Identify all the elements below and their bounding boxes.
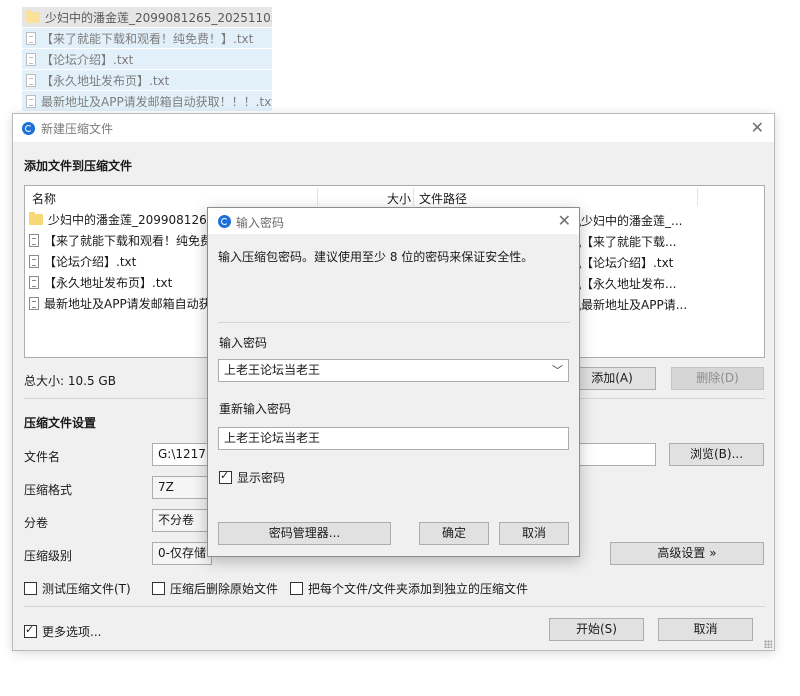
format-label: 压缩格式 bbox=[24, 483, 73, 497]
password-hint: 输入压缩包密码。建议使用至少 8 位的密码来保证安全性。 bbox=[218, 250, 534, 264]
volume-select[interactable]: 不分卷 bbox=[152, 509, 212, 532]
section-archive-settings: 压缩文件设置 bbox=[24, 416, 97, 430]
file-row[interactable]: 【来了就能下载和观看！纯免费 bbox=[29, 230, 212, 250]
file-list-header: 名称 大小 文件路径 bbox=[25, 186, 764, 208]
password-value: 上老王论坛当老王 bbox=[224, 363, 321, 377]
level-label: 压缩级别 bbox=[24, 549, 73, 563]
file-path: 盒\少妇中的潘金莲_... bbox=[565, 214, 683, 228]
file-path: 盒\【永久地址发布... bbox=[565, 277, 677, 291]
volume-label: 分卷 bbox=[24, 516, 49, 530]
section-add-files: 添加文件到压缩文件 bbox=[24, 159, 133, 173]
cancel-button[interactable]: 取消 bbox=[658, 618, 753, 641]
test-archive-checkbox[interactable]: 测试压缩文件(T) bbox=[24, 580, 131, 597]
start-button[interactable]: 开始(S) bbox=[549, 618, 644, 641]
file-icon bbox=[29, 296, 39, 310]
reenter-password-input[interactable]: 上老王论坛当老王 bbox=[218, 427, 569, 450]
password-title-bar: 输入密码 ✕ bbox=[208, 208, 579, 234]
file-icon bbox=[26, 52, 36, 66]
file-row[interactable]: 少妇中的潘金莲_2099081265_ bbox=[29, 209, 220, 229]
enter-password-label: 输入密码 bbox=[219, 336, 268, 350]
checkbox-box bbox=[290, 582, 303, 595]
file-row[interactable]: 【论坛介绍】.txt bbox=[29, 251, 136, 271]
app-icon bbox=[218, 215, 231, 228]
resize-grip[interactable] bbox=[764, 640, 772, 648]
background-file-row[interactable]: 【来了就能下载和观看！纯免费！】.txt bbox=[22, 28, 272, 49]
password-dialog-title: 输入密码 bbox=[236, 216, 285, 230]
password-cancel-button[interactable]: 取消 bbox=[499, 522, 569, 545]
file-icon bbox=[26, 73, 36, 87]
dialog-title: 新建压缩文件 bbox=[41, 122, 114, 136]
folder-icon bbox=[29, 211, 43, 225]
password-dialog: 输入密码 ✕ 输入压缩包密码。建议使用至少 8 位的密码来保证安全性。 输入密码… bbox=[207, 207, 580, 557]
background-file-row[interactable]: 少妇中的潘金莲_2099081265_20251103 bbox=[22, 7, 272, 28]
file-icon bbox=[26, 94, 36, 108]
file-path: 盒\【论坛介绍】.txt bbox=[565, 256, 674, 270]
file-path: 盒\最新地址及APP请... bbox=[565, 298, 688, 312]
checkbox-box bbox=[24, 623, 37, 638]
filename-label: 文件名 bbox=[24, 450, 61, 464]
show-password-checkbox[interactable]: 显示密码 bbox=[219, 469, 285, 486]
password-input[interactable]: 上老王论坛当老王 ﹀ bbox=[218, 359, 569, 382]
more-options-checkbox[interactable]: 更多选项... bbox=[24, 623, 101, 640]
checkbox-box bbox=[219, 469, 232, 484]
column-path[interactable]: 文件路径 bbox=[419, 190, 467, 207]
background-file-list: 少妇中的潘金莲_2099081265_20251103 【来了就能下载和观看！纯… bbox=[22, 7, 272, 112]
app-icon bbox=[22, 122, 35, 135]
title-bar: 新建压缩文件 ✕ bbox=[13, 114, 774, 142]
password-manager-button[interactable]: 密码管理器... bbox=[218, 522, 391, 545]
file-path: 盒\【来了就能下载... bbox=[565, 235, 677, 249]
column-divider bbox=[317, 188, 318, 206]
divider bbox=[24, 606, 765, 607]
browse-button[interactable]: 浏览(B)... bbox=[669, 443, 764, 466]
column-divider bbox=[697, 188, 698, 206]
file-icon bbox=[29, 275, 39, 289]
folder-icon bbox=[26, 9, 40, 23]
column-name[interactable]: 名称 bbox=[32, 190, 56, 207]
close-icon[interactable]: ✕ bbox=[751, 120, 764, 136]
file-row[interactable]: 【永久地址发布页】.txt bbox=[29, 272, 172, 292]
file-icon bbox=[26, 31, 36, 45]
total-size: 总大小: 10.5 GB bbox=[24, 374, 116, 388]
file-icon bbox=[29, 233, 39, 247]
reenter-password-label: 重新输入密码 bbox=[219, 402, 292, 416]
add-button[interactable]: 添加(A) bbox=[568, 367, 656, 390]
checkbox-box bbox=[24, 582, 37, 595]
divider bbox=[218, 322, 570, 323]
background-file-row[interactable]: 【论坛介绍】.txt bbox=[22, 49, 272, 70]
format-select[interactable]: 7Z bbox=[152, 476, 212, 499]
delete-after-checkbox[interactable]: 压缩后删除原始文件 bbox=[152, 580, 278, 597]
background-file-row[interactable]: 【永久地址发布页】.txt bbox=[22, 70, 272, 91]
delete-button[interactable]: 删除(D) bbox=[671, 367, 764, 390]
file-row[interactable]: 最新地址及APP请发邮箱自动获 bbox=[29, 293, 211, 313]
checkbox-box bbox=[152, 582, 165, 595]
close-icon[interactable]: ✕ bbox=[558, 213, 571, 229]
chevron-down-icon[interactable]: ﹀ bbox=[552, 360, 563, 381]
advanced-settings-button[interactable]: 高级设置 » bbox=[610, 542, 764, 565]
file-icon bbox=[29, 254, 39, 268]
column-size[interactable]: 大小 bbox=[387, 190, 411, 207]
column-divider bbox=[413, 188, 414, 206]
level-select[interactable]: 0-仅存储 bbox=[152, 542, 212, 565]
separate-archives-checkbox[interactable]: 把每个文件/文件夹添加到独立的压缩文件 bbox=[290, 580, 528, 597]
background-file-row[interactable]: 最新地址及APP请发邮箱自动获取！！！.txt bbox=[22, 91, 272, 112]
ok-button[interactable]: 确定 bbox=[419, 522, 489, 545]
